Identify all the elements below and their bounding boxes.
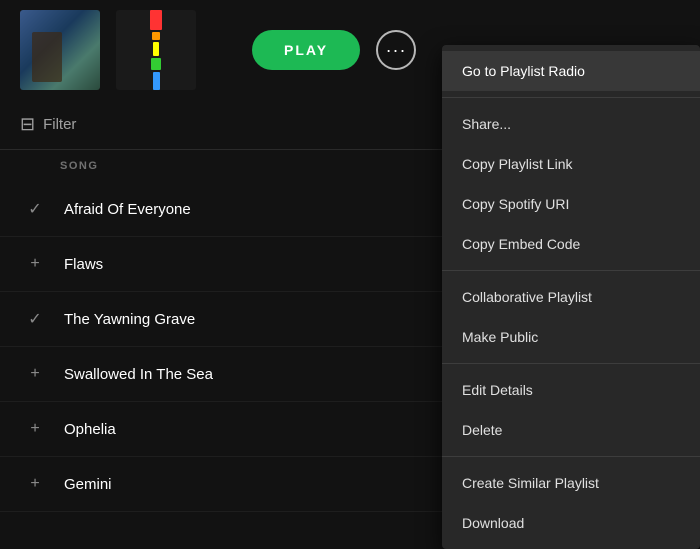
- menu-divider-3: [442, 363, 700, 364]
- menu-item-delete[interactable]: Delete: [442, 410, 700, 450]
- song-row-3[interactable]: ✓ The Yawning Grave: [0, 292, 445, 347]
- menu-divider-1: [442, 97, 700, 98]
- menu-item-edit-details[interactable]: Edit Details: [442, 370, 700, 410]
- color-bar-1: [150, 10, 162, 30]
- song-add-icon-4: +: [20, 365, 50, 383]
- album-art-2: [116, 10, 196, 90]
- menu-item-copy-playlist-link[interactable]: Copy Playlist Link: [442, 144, 700, 184]
- filter-label: Filter: [43, 116, 76, 133]
- song-add-icon-2: +: [20, 255, 50, 273]
- song-column-header: SONG: [0, 150, 445, 182]
- song-add-icon-6: +: [20, 475, 50, 493]
- song-row-6[interactable]: + Gemini: [0, 457, 445, 512]
- menu-item-go-to-playlist-radio[interactable]: Go to Playlist Radio: [442, 51, 700, 91]
- song-row-2[interactable]: + Flaws: [0, 237, 445, 292]
- menu-divider-2: [442, 270, 700, 271]
- song-row-5[interactable]: + Ophelia: [0, 402, 445, 457]
- song-title-3: The Yawning Grave: [64, 311, 195, 328]
- menu-item-create-similar-playlist[interactable]: Create Similar Playlist: [442, 463, 700, 503]
- song-title-1: Afraid Of Everyone: [64, 201, 191, 218]
- color-bar-3: [153, 42, 159, 57]
- menu-item-copy-embed-code[interactable]: Copy Embed Code: [442, 224, 700, 264]
- menu-item-copy-spotify-uri[interactable]: Copy Spotify URI: [442, 184, 700, 224]
- song-row-4[interactable]: + Swallowed In The Sea: [0, 347, 445, 402]
- color-bar-4: [151, 58, 161, 70]
- song-title-5: Ophelia: [64, 421, 116, 438]
- album-art-1: [20, 10, 100, 90]
- song-list: SONG ✓ Afraid Of Everyone + Flaws ✓ The …: [0, 150, 445, 538]
- menu-divider-4: [442, 456, 700, 457]
- song-title-2: Flaws: [64, 256, 103, 273]
- ellipsis-icon: ···: [386, 40, 407, 61]
- more-options-button[interactable]: ···: [376, 30, 416, 70]
- song-add-icon-5: +: [20, 420, 50, 438]
- menu-item-collaborative-playlist[interactable]: Collaborative Playlist: [442, 277, 700, 317]
- play-button[interactable]: PLAY: [252, 30, 360, 70]
- song-title-4: Swallowed In The Sea: [64, 366, 213, 383]
- color-bar-2: [152, 32, 160, 40]
- song-check-icon-1: ✓: [20, 199, 50, 219]
- menu-item-make-public[interactable]: Make Public: [442, 317, 700, 357]
- filter-icon: ⊟: [20, 114, 35, 135]
- song-row-1[interactable]: ✓ Afraid Of Everyone: [0, 182, 445, 237]
- menu-item-download[interactable]: Download: [442, 503, 700, 543]
- song-check-icon-3: ✓: [20, 309, 50, 329]
- color-bar-5: [153, 72, 160, 90]
- context-menu: Go to Playlist Radio Share... Copy Playl…: [442, 45, 700, 549]
- song-title-6: Gemini: [64, 476, 112, 493]
- menu-item-share[interactable]: Share...: [442, 104, 700, 144]
